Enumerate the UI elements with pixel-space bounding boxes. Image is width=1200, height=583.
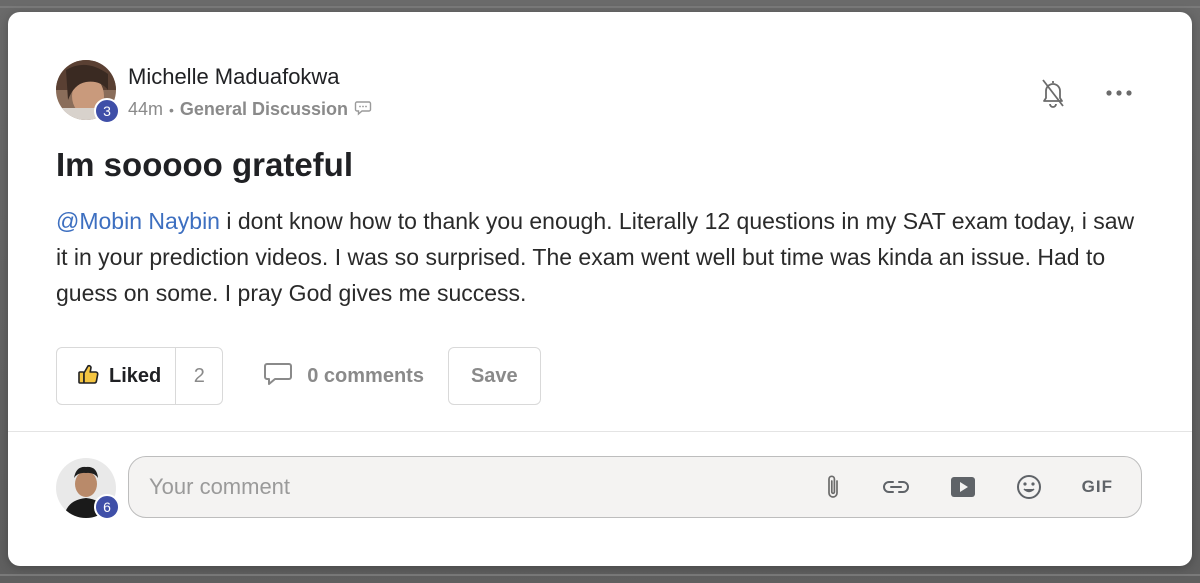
paperclip-icon[interactable] [824,473,842,501]
emoji-icon[interactable] [1016,474,1042,500]
like-group: Liked 2 [56,347,224,405]
gif-button[interactable]: GIF [1082,477,1113,497]
comment-icon [263,361,293,392]
meta-separator: • [169,101,174,118]
author-level-badge: 3 [94,98,120,124]
author-name[interactable]: Michelle Maduafokwa [128,64,340,90]
post-category[interactable]: General Discussion [180,99,348,120]
bell-off-icon[interactable] [1040,78,1066,108]
like-button[interactable]: Liked [57,348,175,404]
composer-toolbar: GIF [824,473,1141,501]
comments-label: 0 comments [307,364,424,387]
background-divider [0,6,1200,8]
post-header-actions [1040,78,1132,108]
like-label: Liked [109,364,162,387]
comment-input[interactable] [129,457,824,517]
more-horizontal-icon[interactable] [1106,89,1132,97]
save-button[interactable]: Save [447,347,541,405]
speech-bubble-icon [354,98,372,121]
post-body: @Mobin Naybin i dont know how to thank y… [56,203,1136,311]
post-time: 44m [128,99,164,119]
current-user-level-badge: 6 [94,494,120,520]
comment-composer: GIF [128,456,1142,518]
thumbs-up-icon [77,362,101,391]
post-title: Im sooooo grateful [56,146,353,183]
background-divider [0,574,1200,576]
post-actions: Liked 2 0 comments Save [56,347,541,405]
comments-button[interactable]: 0 comments [263,361,424,392]
section-divider [8,431,1192,432]
video-icon[interactable] [950,476,976,498]
like-count[interactable]: 2 [175,348,222,404]
post-modal: 3 Michelle Maduafokwa 44m • General Disc… [8,12,1192,566]
link-icon[interactable] [882,479,910,495]
post-meta: 44m • General Discussion [128,98,372,121]
user-mention-link[interactable]: @Mobin Naybin [56,208,220,234]
